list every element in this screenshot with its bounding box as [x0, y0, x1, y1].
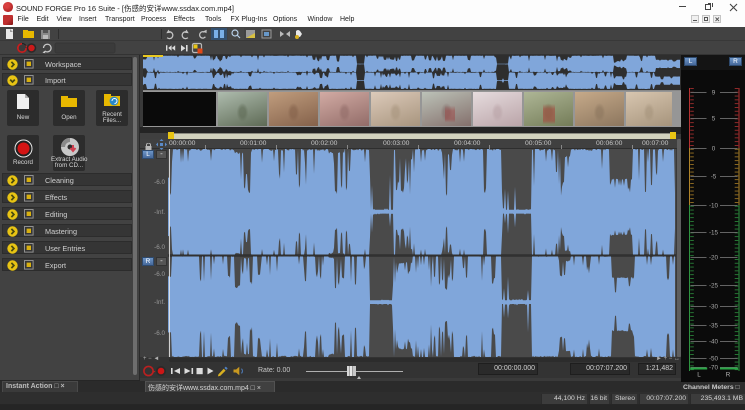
svg-text:-50: -50: [709, 355, 719, 362]
svg-text:-40: -40: [709, 338, 719, 345]
svg-text:-5: -5: [711, 173, 717, 180]
svg-text:L: L: [697, 372, 701, 379]
svg-text:9: 9: [712, 89, 716, 96]
svg-text:5: 5: [712, 115, 716, 122]
svg-text:-15: -15: [709, 229, 719, 236]
svg-text:-20: -20: [709, 254, 719, 261]
svg-text:R: R: [726, 372, 731, 379]
svg-text:-30: -30: [709, 303, 719, 310]
svg-text:0: 0: [712, 145, 716, 152]
svg-text:-10: -10: [709, 202, 719, 209]
svg-text:-35: -35: [709, 322, 719, 329]
svg-text:-70: -70: [709, 364, 719, 371]
svg-text:-25: -25: [709, 282, 719, 289]
